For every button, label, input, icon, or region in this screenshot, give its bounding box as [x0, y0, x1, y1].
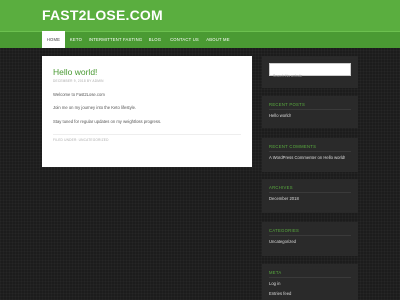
widget-divider: [269, 151, 351, 152]
meta-login-link[interactable]: Log in: [269, 281, 280, 286]
archive-link[interactable]: December 2018: [269, 196, 299, 201]
post-title[interactable]: Hello world!: [53, 67, 97, 77]
search-input[interactable]: [270, 70, 350, 82]
post-paragraph-3: Stay tuned for regular updates on my wei…: [53, 119, 162, 124]
nav-item-home[interactable]: HOME: [42, 31, 65, 48]
post-meta: DECEMBER 9, 2018 BY ADMIN: [53, 79, 104, 83]
post-card: Hello world! DECEMBER 9, 2018 BY ADMIN W…: [42, 56, 252, 167]
post-paragraph-1: Welcome to Fast2Lose.com: [53, 92, 105, 97]
site-title[interactable]: FAST2LOSE.COM: [42, 7, 163, 23]
site-header: FAST2LOSE.COM: [0, 0, 400, 31]
nav-item-intermittent-fasting[interactable]: INTERMITTENT FASTING: [87, 32, 144, 48]
search-widget: [262, 56, 358, 88]
widget-title: RECENT COMMENTS: [269, 144, 317, 149]
nav-item-about-me[interactable]: ABOUT ME: [203, 32, 233, 48]
meta-entries-feed-link[interactable]: Entries feed: [269, 291, 291, 296]
widget-divider: [269, 109, 351, 110]
meta-widget: META Log in Entries feed: [262, 264, 358, 300]
post-category[interactable]: FILED UNDER: UNCATEGORIZED: [53, 138, 109, 142]
widget-title: META: [269, 270, 282, 275]
nav-item-blog[interactable]: BLOG: [144, 32, 166, 48]
search-box: [269, 63, 351, 82]
widget-divider: [269, 192, 351, 193]
category-link[interactable]: Uncategorized: [269, 239, 296, 244]
widget-title: RECENT POSTS: [269, 102, 306, 107]
recent-comments-widget: RECENT COMMENTS A WordPress Commenter on…: [262, 138, 358, 172]
archives-widget: ARCHIVES December 2018: [262, 179, 358, 213]
categories-widget: CATEGORIES Uncategorized: [262, 222, 358, 256]
widget-title: ARCHIVES: [269, 185, 293, 190]
recent-post-link[interactable]: Hello world!: [269, 113, 291, 118]
post-divider: [53, 134, 241, 135]
main-nav: HOME KETO INTERMITTENT FASTING BLOG CONT…: [0, 31, 400, 48]
recent-comment-link[interactable]: A WordPress Commenter on Hello world!: [269, 155, 345, 160]
recent-posts-widget: RECENT POSTS Hello world!: [262, 96, 358, 128]
widget-divider: [269, 235, 351, 236]
nav-item-keto[interactable]: KETO: [65, 32, 87, 48]
widget-title: CATEGORIES: [269, 228, 300, 233]
widget-divider: [269, 277, 351, 278]
nav-item-contact-us[interactable]: CONTACT US: [166, 32, 203, 48]
post-paragraph-2: Join me on my journey into the Keto life…: [53, 105, 137, 110]
